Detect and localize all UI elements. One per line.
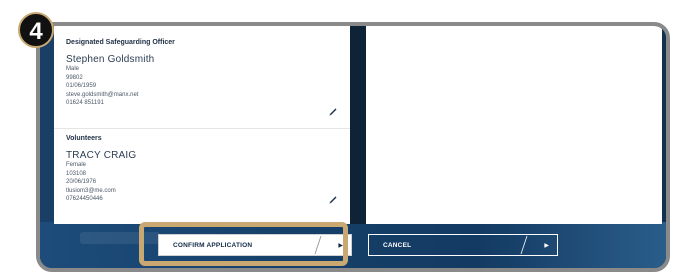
person-phone: 01624 851191 (66, 100, 104, 106)
people-panel: Designated Safeguarding Officer Stephen … (54, 26, 350, 224)
volunteers-section: Volunteers TRACY CRAIG Female 103108 20/… (54, 128, 350, 224)
person-name: Stephen Goldsmith (66, 54, 155, 65)
person-email: steve.goldsmith@manx.net (66, 91, 139, 98)
cancel-button-label: CANCEL (383, 242, 412, 249)
step-number-badge: 4 (18, 12, 54, 48)
person-id: 99802 (66, 74, 83, 81)
person-name: TRACY CRAIG (66, 150, 137, 161)
person-dob: 20/06/1976 (66, 179, 97, 185)
panel-divider (350, 26, 366, 224)
blank-panel (366, 26, 662, 224)
background-footer (40, 222, 666, 268)
person-phone: 07624450446 (66, 196, 103, 202)
slash-divider-icon (520, 235, 528, 255)
person-gender: Female (66, 162, 87, 168)
cancel-button[interactable]: CANCEL ▶ (368, 234, 558, 256)
person-email: tlusiom3@me.com (66, 187, 116, 194)
confirm-highlight-box (139, 222, 348, 266)
app-frame: Designated Safeguarding Officer Stephen … (36, 22, 670, 272)
person-dob: 01/06/1959 (66, 83, 97, 89)
section-heading: Designated Safeguarding Officer (66, 39, 175, 46)
person-id: 103108 (66, 170, 87, 177)
section-heading: Volunteers (66, 135, 102, 142)
edit-pencil-icon[interactable] (328, 106, 338, 116)
person-gender: Male (66, 66, 80, 72)
play-arrow-icon: ▶ (544, 243, 549, 249)
safeguarding-officer-section: Designated Safeguarding Officer Stephen … (54, 26, 350, 124)
edit-pencil-icon[interactable] (328, 194, 338, 204)
